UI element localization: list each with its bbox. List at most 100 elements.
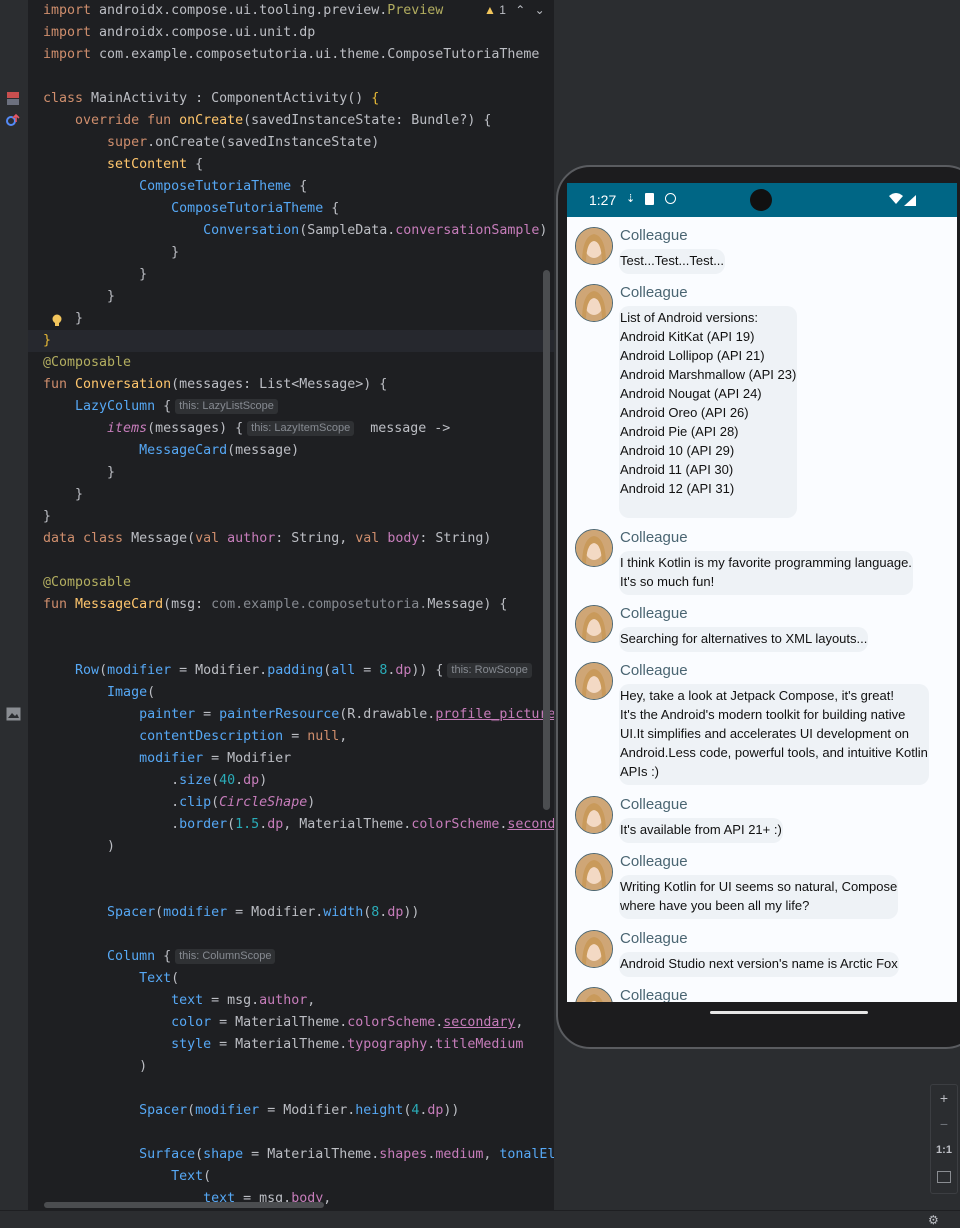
editor-gutter: [0, 0, 28, 1210]
status-time: 1:27: [589, 192, 617, 208]
message-card: Colleague I think Kotlin is my favorite …: [575, 529, 957, 595]
code-line-46: text = msg.author,: [171, 993, 316, 1008]
status-strip: ⚙: [0, 1210, 960, 1228]
message-body: Test...Test...Test...: [619, 249, 726, 274]
code-line-21: MessageCard(message): [139, 443, 300, 458]
message-card: Colleague Writing Kotlin for UI seems so…: [575, 853, 957, 919]
code-line-31: Row(modifier = Modifier.padding(all = 8.…: [43, 660, 532, 682]
code-line-34: contentDescription = null,: [139, 729, 348, 744]
code-line-23: }: [43, 487, 84, 502]
gesture-nav-bar[interactable]: [710, 1011, 868, 1014]
bulb-icon[interactable]: [51, 313, 63, 327]
code-line-44: Column {this: ColumnScope: [43, 946, 276, 968]
code-line-45: Text(: [139, 971, 180, 986]
message-card: Colleague List of Android versions: Andr…: [575, 284, 957, 518]
message-body: It's available from API 21+ :): [619, 818, 783, 843]
code-line-36: .size(40.dp): [43, 773, 268, 788]
code-line-18: fun Conversation(messages: List<Message>…: [43, 377, 388, 392]
scope-hint-lazylist: this: LazyListScope: [175, 399, 278, 414]
code-line-32: Image(: [107, 685, 156, 700]
code-editor[interactable]: import androidx.compose.ui.tooling.previ…: [28, 0, 554, 1210]
signal-icon: [904, 193, 916, 209]
code-line-17: @Composable: [43, 355, 132, 370]
code-line-1: import androidx.compose.ui.tooling.previ…: [43, 3, 444, 18]
code-line-8: setContent {: [107, 157, 204, 172]
device-screen[interactable]: 1:27 ⇣ Colleague Test...Test...Test... C…: [567, 183, 957, 1002]
zoom-actual-size-button[interactable]: 1:1: [931, 1137, 957, 1163]
override-icon[interactable]: [6, 112, 20, 126]
message-author: Colleague: [620, 930, 688, 947]
sdcard-icon: [645, 193, 654, 205]
message-body: List of Android versions: Android KitKat…: [619, 306, 798, 518]
avatar: [575, 227, 613, 265]
message-body: Searching for alternatives to XML layout…: [619, 627, 869, 652]
avatar: [575, 662, 613, 700]
camera-cutout: [750, 189, 772, 211]
code-line-22: }: [43, 465, 116, 480]
zoom-fit-button[interactable]: [931, 1163, 957, 1189]
message-author: Colleague: [620, 284, 688, 301]
code-line-12: }: [43, 245, 180, 260]
code-line-27: @Composable: [43, 575, 132, 590]
inspection-widget[interactable]: ▲ 1 ⌃ ⌄: [484, 3, 545, 17]
avatar: [575, 284, 613, 322]
message-author: Colleague: [620, 605, 688, 622]
sync-icon: [665, 193, 676, 204]
message-card: Colleague Searching for alternatives to …: [575, 605, 957, 652]
message-author: Colleague: [620, 662, 688, 679]
code-line-19: LazyColumn {this: LazyListScope: [43, 396, 278, 418]
code-line-9: ComposeTutoriaTheme {: [139, 179, 308, 194]
code-line-42: Spacer(modifier = Modifier.width(8.dp)): [107, 905, 420, 920]
settings-gear-icon[interactable]: ⚙: [928, 1213, 939, 1227]
zoom-out-button[interactable]: −: [931, 1111, 957, 1137]
scope-hint-column: this: ColumnScope: [175, 949, 276, 964]
avatar: [575, 853, 613, 891]
message-card: Colleague Hey, take a look at Jetpack Co…: [575, 662, 957, 785]
zoom-controls: + − 1:1: [930, 1084, 958, 1194]
code-line-13: }: [43, 267, 148, 282]
code-line-35: modifier = Modifier: [139, 751, 292, 766]
editor-horizontal-scrollbar[interactable]: [44, 1202, 324, 1208]
message-author: Colleague: [620, 853, 688, 870]
message-body: Android Studio next version's name is Ar…: [619, 952, 899, 977]
editor-vertical-scrollbar[interactable]: [543, 270, 550, 810]
message-card: Colleague Android Studio next version's …: [575, 930, 957, 977]
code-line-53: Surface(shape = MaterialTheme.shapes.med…: [139, 1147, 554, 1162]
code-line-47: color = MaterialTheme.colorScheme.second…: [171, 1015, 524, 1030]
avatar: [575, 796, 613, 834]
warning-count: 1: [499, 3, 506, 17]
code-line-51: Spacer(modifier = Modifier.height(4.dp)): [139, 1103, 460, 1118]
download-icon: ⇣: [626, 193, 636, 205]
message-author: Colleague: [620, 987, 688, 1002]
wifi-icon: [889, 192, 903, 208]
zoom-in-button[interactable]: +: [931, 1085, 957, 1111]
code-line-10: ComposeTutoriaTheme {: [171, 201, 340, 216]
code-line-14: }: [43, 289, 116, 304]
scope-hint-lazyitem: this: LazyItemScope: [247, 421, 355, 436]
message-author: Colleague: [620, 796, 688, 813]
code-line-5: class MainActivity : ComponentActivity()…: [43, 91, 380, 106]
code-line-33: painter = painterResource(R.drawable.pro…: [139, 707, 554, 722]
code-line-20: items(messages) {this: LazyItemScope mes…: [107, 421, 451, 436]
code-line-6: override fun onCreate(savedInstanceState…: [75, 113, 492, 128]
fit-screen-icon: [937, 1171, 951, 1184]
message-author: Colleague: [620, 529, 688, 546]
image-icon[interactable]: [6, 706, 21, 721]
message-body: Hey, take a look at Jetpack Compose, it'…: [619, 684, 929, 785]
code-line-48: style = MaterialTheme.typography.titleMe…: [171, 1037, 524, 1052]
chevron-down-icon[interactable]: ⌄: [535, 3, 545, 17]
message-card: Colleague: [575, 987, 957, 1002]
warning-icon: ▲: [484, 3, 496, 17]
scope-hint-row: this: RowScope: [447, 663, 532, 678]
message-card: Colleague Test...Test...Test...: [575, 227, 957, 274]
chevron-up-icon[interactable]: ⌃: [515, 3, 525, 17]
code-line-38: .border(1.5.dp, MaterialTheme.colorSchem…: [43, 817, 554, 832]
fold-gutter: [28, 0, 42, 1210]
run-icon[interactable]: [6, 90, 20, 106]
code-line-24: }: [43, 509, 52, 524]
code-line-16: }: [43, 333, 52, 348]
current-line-highlight: [28, 330, 554, 352]
message-card: Colleague It's available from API 21+ :): [575, 796, 957, 843]
code-line-11: Conversation(SampleData.conversationSamp…: [203, 223, 548, 238]
avatar: [575, 987, 613, 1002]
